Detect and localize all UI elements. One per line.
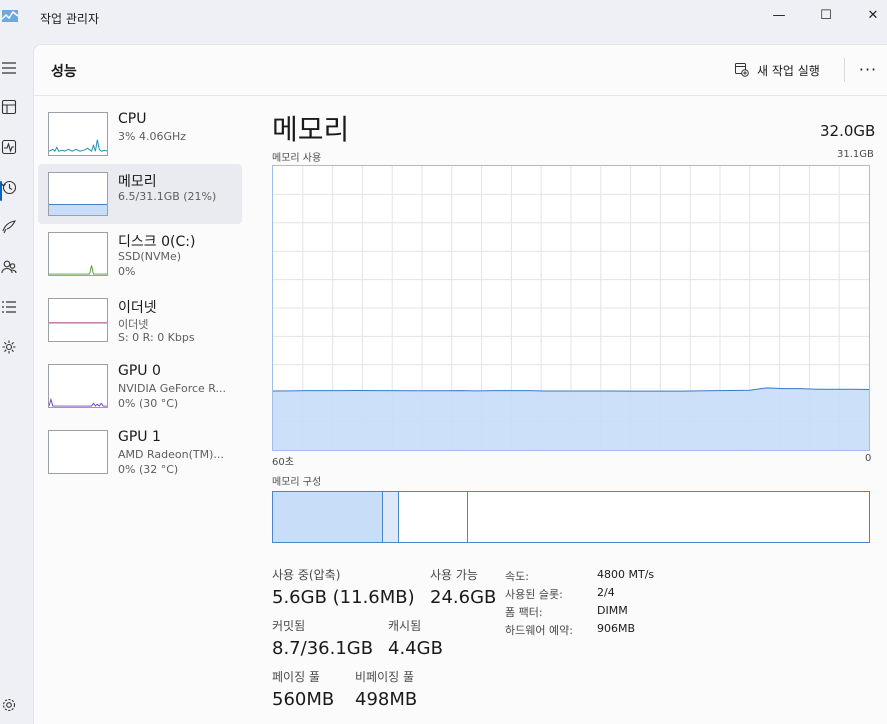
performance-icon[interactable] [0, 138, 18, 156]
memory-usage-chart [273, 166, 869, 450]
device-item[interactable]: 메모리 6.5/31.1GB (21%) [38, 164, 242, 224]
minimize-icon: — [772, 7, 786, 23]
committed-label: 커밋됨 [272, 619, 306, 633]
form-factor-label: 폼 팩터: [505, 606, 543, 619]
graph-time-start: 60초 [272, 457, 294, 468]
available-value: 24.6GB [430, 587, 497, 608]
device-subtitle: SSD(NVMe) [118, 250, 182, 263]
in-use-label: 사용 중(압축) [272, 568, 341, 582]
memory-composition-bar [272, 491, 870, 543]
memory-usage-graph [272, 165, 870, 451]
window-title: 작업 관리자 [40, 12, 100, 26]
in-use-value: 5.6GB (11.6MB) [272, 587, 415, 608]
hardware-reserved-value: 906MB [597, 622, 636, 635]
hardware-reserved-label: 하드웨어 예약: [505, 624, 573, 637]
new-task-icon [735, 63, 749, 77]
device-name: GPU 1 [118, 429, 161, 445]
title-bar: 작업 관리자 — ☐ ✕ [0, 0, 887, 38]
close-button[interactable]: ✕ [850, 0, 887, 30]
cached-label: 캐시됨 [388, 619, 422, 633]
services-icon[interactable] [0, 338, 18, 356]
processes-icon[interactable] [0, 98, 18, 116]
device-name: 이더넷 [118, 300, 157, 316]
paged-pool-label: 페이징 풀 [272, 670, 320, 684]
device-thumbnail-graph [48, 112, 108, 156]
device-thumbnail-graph [48, 430, 108, 474]
composition-label: 메모리 구성 [272, 477, 322, 488]
detail-total-capacity: 32.0GB [820, 122, 876, 140]
device-status: 0% (30 °C) [118, 397, 179, 410]
device-subtitle: 3% 4.06GHz [118, 130, 187, 143]
details-icon[interactable] [0, 298, 18, 316]
startup-apps-icon[interactable] [0, 218, 18, 236]
paged-pool-value: 560MB [272, 689, 335, 710]
form-factor-value: DIMM [597, 604, 628, 617]
task-manager-app-icon [2, 10, 18, 22]
device-item[interactable]: GPU 1 AMD Radeon(TM)... 0% (32 °C) [38, 422, 242, 482]
device-thumbnail-graph [48, 298, 108, 342]
header-divider [844, 58, 845, 82]
page-title: 성능 [51, 64, 77, 80]
navigation-rail [0, 44, 32, 724]
main-panel: 성능 새 작업 실행 ··· CPU 3% 4.06GHz 메모리 6.5/31.1G… [33, 44, 887, 724]
users-icon[interactable] [0, 258, 18, 276]
device-item[interactable]: 이더넷 이더넷 S: 0 R: 0 Kbps [38, 290, 242, 350]
composition-modified[interactable] [383, 492, 399, 542]
hamburger-icon[interactable] [0, 59, 18, 77]
cached-value: 4.4GB [388, 638, 443, 659]
more-options-button[interactable]: ··· [856, 57, 880, 81]
close-icon: ✕ [867, 7, 879, 23]
minimize-button[interactable]: — [756, 0, 802, 30]
device-name: GPU 0 [118, 363, 161, 379]
device-name: CPU [118, 111, 147, 127]
composition-in-use[interactable] [273, 492, 383, 542]
device-thumbnail-graph [48, 364, 108, 408]
detail-title: 메모리 [272, 113, 350, 146]
maximize-icon: ☐ [820, 7, 832, 23]
slots-used-value: 2/4 [597, 586, 615, 599]
run-new-task-label: 새 작업 실행 [757, 63, 820, 78]
maximize-button[interactable]: ☐ [803, 0, 849, 30]
device-status: 0% (32 °C) [118, 463, 179, 476]
composition-free[interactable] [468, 492, 869, 542]
usage-graph-max: 31.1GB [837, 149, 874, 160]
memory-usage-area [273, 387, 869, 450]
nonpaged-pool-value: 498MB [355, 689, 418, 710]
device-name: 메모리 [118, 174, 157, 190]
device-item[interactable]: GPU 0 NVIDIA GeForce R... 0% (30 °C) [38, 356, 242, 416]
available-label: 사용 가능 [430, 568, 478, 582]
device-name: 디스크 0(C:) [118, 234, 196, 250]
composition-standby[interactable] [399, 492, 468, 542]
device-status: 0% [118, 265, 136, 278]
usage-graph-label: 메모리 사용 [272, 153, 322, 164]
graph-time-end: 0 [865, 453, 872, 464]
speed-label: 속도: [505, 570, 529, 583]
device-item[interactable]: CPU 3% 4.06GHz [38, 104, 242, 164]
committed-value: 8.7/36.1GB [272, 638, 374, 659]
app-history-icon[interactable] [0, 178, 18, 196]
device-subtitle: 6.5/31.1GB (21%) [118, 190, 217, 203]
device-subtitle: AMD Radeon(TM)... [118, 448, 224, 461]
device-status: S: 0 R: 0 Kbps [118, 331, 195, 344]
device-item[interactable]: 디스크 0(C:) SSD(NVMe) 0% [38, 224, 242, 284]
run-new-task-button[interactable]: 새 작업 실행 [735, 59, 820, 81]
device-thumbnail-graph [48, 172, 108, 216]
device-subtitle: NVIDIA GeForce R... [118, 382, 227, 395]
nonpaged-pool-label: 비페이징 풀 [355, 670, 415, 684]
panel-header: 성능 새 작업 실행 ··· [34, 45, 887, 96]
settings-icon[interactable] [0, 696, 18, 714]
slots-used-label: 사용된 슬롯: [505, 588, 563, 601]
device-thumbnail-graph [48, 232, 108, 276]
device-subtitle: 이더넷 [118, 318, 149, 331]
speed-value: 4800 MT/s [597, 568, 655, 581]
